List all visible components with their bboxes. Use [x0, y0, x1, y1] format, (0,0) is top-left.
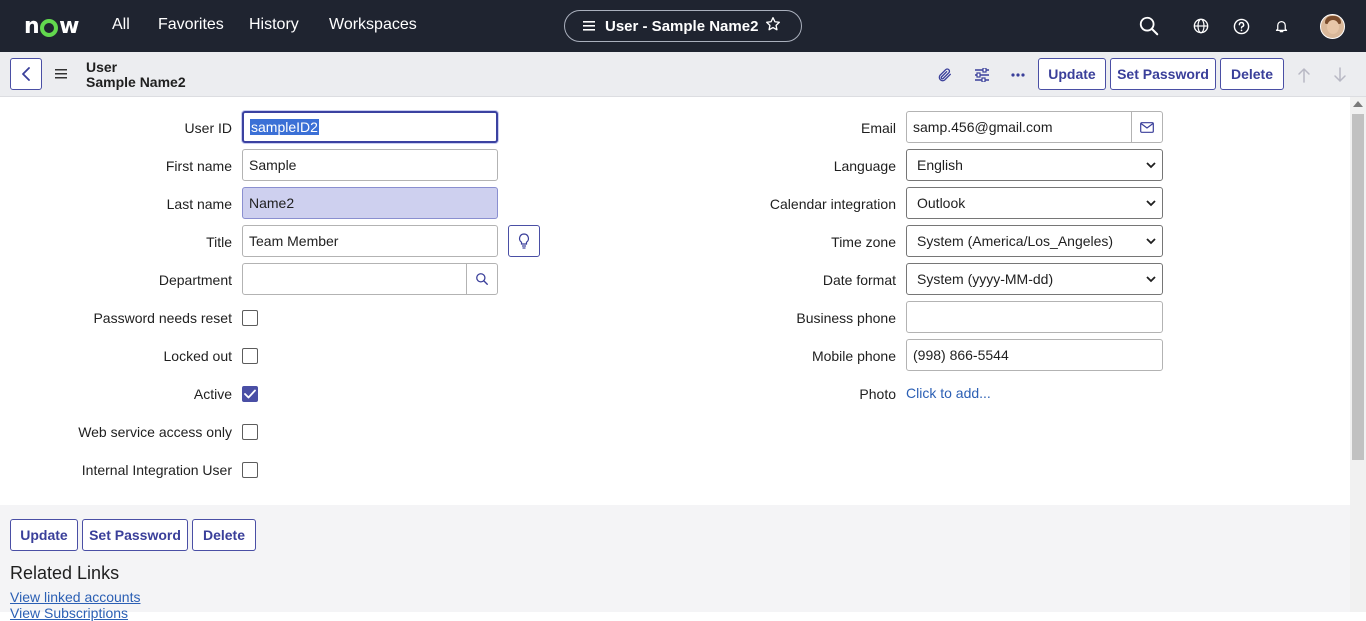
web-service-access-only-label: Web service access only: [78, 424, 232, 440]
internal-integration-user-checkbox[interactable]: [242, 462, 258, 478]
hamburger-menu-icon[interactable]: [55, 66, 67, 84]
paperclip-icon[interactable]: [935, 65, 955, 85]
last-name-label: Last name: [166, 196, 232, 212]
user-id-field[interactable]: sampleID2: [242, 111, 498, 143]
form-header-bar: User Sample Name2 Update Set Password De…: [0, 52, 1366, 97]
context-title-pill[interactable]: User - Sample Name2: [564, 10, 802, 42]
checkmark-icon: [244, 389, 256, 399]
view-linked-accounts-link[interactable]: View linked accounts: [10, 589, 140, 605]
language-label: Language: [833, 158, 896, 174]
department-field[interactable]: [242, 263, 467, 295]
photo-label: Photo: [859, 386, 896, 402]
department-lookup-button[interactable]: [466, 263, 498, 295]
time-zone-label: Time zone: [831, 234, 896, 250]
language-select[interactable]: English: [906, 149, 1163, 181]
search-icon: [476, 273, 488, 285]
chevron-down-icon: [1146, 238, 1156, 245]
nav-all[interactable]: All: [112, 16, 130, 34]
back-button[interactable]: [10, 58, 42, 90]
chevron-down-icon: [1146, 276, 1156, 283]
record-type: User: [86, 59, 118, 75]
chevron-down-icon: [1146, 162, 1156, 169]
search-icon[interactable]: [1137, 14, 1161, 38]
more-icon[interactable]: [1008, 65, 1028, 85]
set-password-button[interactable]: Set Password: [1110, 58, 1216, 90]
footer-update-button[interactable]: Update: [10, 519, 78, 551]
help-icon[interactable]: [1229, 14, 1253, 38]
locked-out-checkbox[interactable]: [242, 348, 258, 364]
scroll-up-arrow-icon[interactable]: [1353, 101, 1363, 107]
scrollbar-thumb[interactable]: [1352, 114, 1364, 460]
sliders-icon[interactable]: [972, 65, 992, 85]
internal-integration-user-label: Internal Integration User: [81, 462, 232, 478]
chevron-down-icon: [1146, 200, 1156, 207]
active-checkbox[interactable]: [242, 386, 258, 402]
date-format-select[interactable]: System (yyyy-MM-dd): [906, 263, 1163, 295]
department-label: Department: [158, 272, 232, 288]
password-needs-reset-label: Password needs reset: [93, 310, 232, 326]
user-id-label: User ID: [184, 120, 232, 136]
first-name-field[interactable]: Sample: [242, 149, 498, 181]
top-navigation-bar: nw All Favorites History Workspaces User…: [0, 0, 1366, 52]
last-name-field[interactable]: Name2: [242, 187, 498, 219]
send-email-button[interactable]: [1131, 111, 1163, 143]
context-title: User - Sample Name2: [605, 17, 759, 35]
bell-icon[interactable]: [1269, 14, 1293, 38]
time-zone-select[interactable]: System (America/Los_Angeles): [906, 225, 1163, 257]
chevron-left-icon: [22, 67, 30, 81]
record-name: Sample Name2: [86, 74, 186, 90]
view-subscriptions-link[interactable]: View Subscriptions: [10, 605, 128, 621]
active-label: Active: [193, 386, 232, 402]
nav-history[interactable]: History: [249, 16, 299, 34]
nav-workspaces[interactable]: Workspaces: [329, 16, 417, 34]
title-label: Title: [206, 234, 232, 250]
arrow-down-icon[interactable]: [1330, 65, 1350, 85]
mobile-phone-label: Mobile phone: [811, 348, 896, 364]
globe-icon[interactable]: [1189, 14, 1213, 38]
email-field[interactable]: samp.456@gmail.com: [906, 111, 1133, 143]
first-name-label: First name: [165, 158, 232, 174]
calendar-integration-select[interactable]: Outlook: [906, 187, 1163, 219]
related-links-heading: Related Links: [10, 563, 120, 583]
locked-out-label: Locked out: [163, 348, 233, 364]
nav-favorites[interactable]: Favorites: [158, 16, 224, 34]
arrow-up-icon[interactable]: [1294, 65, 1314, 85]
calendar-integration-label: Calendar integration: [769, 196, 896, 212]
list-icon: [583, 18, 595, 35]
title-field[interactable]: Team Member: [242, 225, 498, 257]
mobile-phone-field[interactable]: (998) 866-5544: [906, 339, 1163, 371]
photo-add-link[interactable]: Click to add...: [906, 385, 991, 401]
suggestion-button[interactable]: [508, 225, 540, 257]
user-avatar[interactable]: [1320, 14, 1345, 39]
web-service-access-only-checkbox[interactable]: [242, 424, 258, 440]
footer-delete-button[interactable]: Delete: [192, 519, 256, 551]
update-button[interactable]: Update: [1038, 58, 1106, 90]
delete-button[interactable]: Delete: [1220, 58, 1284, 90]
email-label: Email: [860, 120, 896, 136]
business-phone-label: Business phone: [796, 310, 896, 326]
lightbulb-icon: [518, 233, 530, 249]
business-phone-field[interactable]: [906, 301, 1163, 333]
footer-set-password-button[interactable]: Set Password: [82, 519, 188, 551]
password-needs-reset-checkbox[interactable]: [242, 310, 258, 326]
star-icon[interactable]: [765, 16, 781, 36]
servicenow-logo[interactable]: nw: [24, 14, 80, 39]
date-format-label: Date format: [822, 272, 896, 288]
envelope-icon: [1140, 121, 1154, 133]
